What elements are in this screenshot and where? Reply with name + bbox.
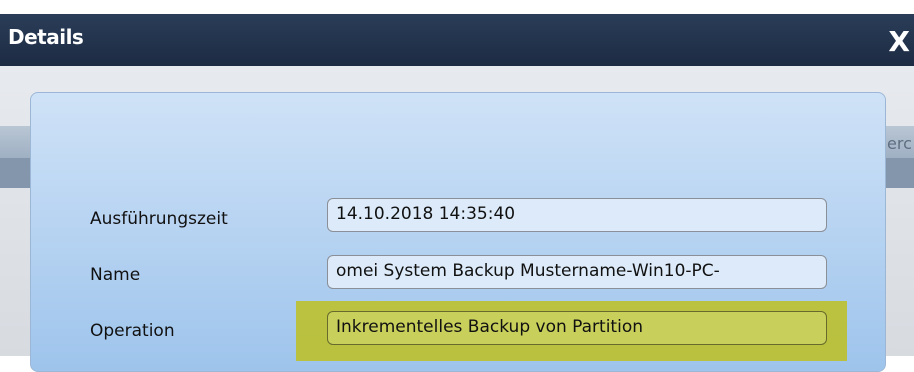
dialog-title: Details [8, 25, 84, 49]
dialog-header [0, 14, 914, 66]
background-text-fragment: erc [887, 134, 912, 153]
name-field[interactable]: omei System Backup Mustername-Win10-PC- [327, 255, 827, 289]
operation-label: Operation [90, 321, 175, 341]
operation-field[interactable]: Inkrementelles Backup von Partition [327, 311, 827, 345]
name-value: omei System Backup Mustername-Win10-PC- [336, 261, 720, 281]
execution-time-field[interactable]: 14.10.2018 14:35:40 [327, 198, 827, 232]
top-white-strip [0, 0, 914, 14]
close-icon[interactable]: X [888, 28, 910, 56]
execution-time-label: Ausführungszeit [90, 209, 228, 229]
name-label: Name [90, 265, 141, 285]
